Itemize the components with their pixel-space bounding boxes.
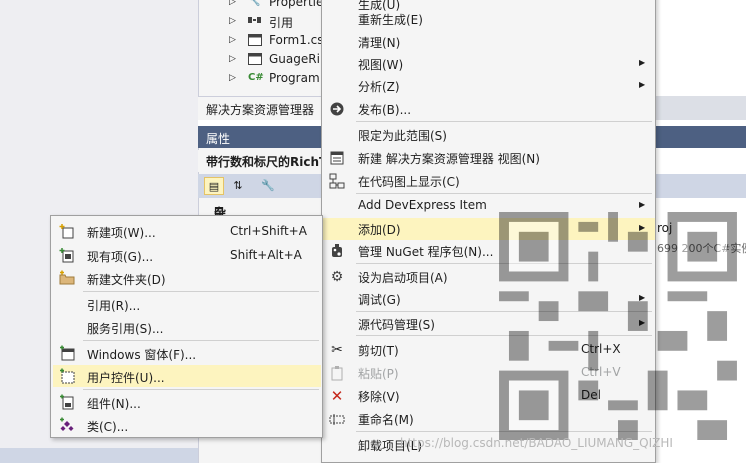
left-pane-status-strip [0, 448, 198, 463]
menu-separator [356, 121, 652, 122]
class-icon [59, 417, 75, 433]
component-icon [59, 394, 75, 410]
rename-icon [329, 411, 345, 427]
menu-item-clean[interactable]: 清理(N) [323, 31, 655, 53]
menu-item-show-on-code-map[interactable]: 在代码图上显示(C) [323, 170, 655, 192]
submenu-item-user-control[interactable]: 用户控件(U)... [53, 365, 321, 387]
properties-object-selector[interactable]: 带行数和标尺的RichT [198, 150, 327, 172]
tree-item-references[interactable]: ▷ 引用 [199, 13, 323, 32]
right-tab-strip [655, 96, 746, 120]
menu-item-rebuild[interactable]: 重新生成(E) [323, 8, 655, 30]
menu-item-analyze[interactable]: 分析(Z) ▶ [323, 75, 655, 97]
property-pages-wrench-icon[interactable]: 🔧 [258, 177, 278, 195]
tree-item-guage[interactable]: ▷ GuageRi [199, 51, 323, 70]
qr-code-watermark [499, 212, 737, 440]
submenu-arrow-icon: ▶ [639, 200, 646, 209]
properties-toolbar: ▤ ⇅ 🔧 [198, 174, 322, 198]
new-view-icon [329, 150, 345, 166]
submenu-item-service-reference[interactable]: 服务引用(S)... [53, 316, 321, 338]
new-item-icon [59, 223, 75, 239]
menu-item-scope-to-this[interactable]: 限定为此范围(S) [323, 124, 655, 146]
tree-item-properties[interactable]: ▷ 🔧 Properties [199, 0, 330, 13]
gear-icon: ⚙ [330, 269, 344, 285]
references-icon [248, 15, 264, 29]
menu-item-new-explorer-view[interactable]: 新建 解决方案资源管理器 视图(N) [323, 147, 655, 169]
expand-arrow-icon[interactable]: ▷ [229, 16, 236, 26]
submenu-item-windows-form[interactable]: Windows 窗体(F)... [53, 342, 321, 364]
blog-url-watermark: https://blog.csdn.net/BADAO_LIUMANG_QIZH… [400, 436, 673, 450]
submenu-item-new-item[interactable]: 新建项(W)... Ctrl+Shift+A [53, 220, 321, 242]
alphabetical-sort-icon[interactable]: ⇅ [228, 177, 248, 195]
new-folder-icon [59, 270, 75, 286]
menu-separator [83, 340, 319, 341]
submenu-item-class[interactable]: 类(C)... [53, 414, 321, 436]
categorized-icon[interactable]: ▤ [204, 177, 224, 195]
submenu-arrow-icon: ▶ [639, 80, 646, 89]
menu-separator [83, 389, 319, 390]
paste-icon [329, 365, 345, 381]
add-submenu: 新建项(W)... Ctrl+Shift+A 现有项(G)... Shift+A… [50, 215, 323, 438]
csharp-file-icon: C# [248, 72, 264, 83]
tree-item-form1[interactable]: ▷ Form1.cs [199, 32, 324, 51]
publish-icon [329, 101, 345, 117]
windows-form-icon [59, 345, 75, 361]
tab-solution-explorer[interactable]: 解决方案资源管理器 [198, 96, 322, 120]
expand-arrow-icon[interactable]: ▷ [229, 73, 236, 83]
scissors-icon: ✂ [331, 342, 343, 358]
menu-separator [83, 291, 319, 292]
expand-arrow-icon[interactable]: ▷ [229, 54, 236, 64]
user-control-icon [59, 368, 75, 384]
submenu-item-new-folder[interactable]: 新建文件夹(D) [53, 267, 321, 289]
submenu-item-component[interactable]: 组件(N)... [53, 391, 321, 413]
form-file-icon [248, 53, 264, 67]
existing-item-icon [59, 247, 75, 263]
menu-item-view[interactable]: 视图(W) ▶ [323, 53, 655, 75]
properties-title-bar: 属性 [198, 126, 322, 148]
submenu-item-existing-item[interactable]: 现有项(G)... Shift+Alt+A [53, 244, 321, 266]
code-map-icon [329, 173, 345, 189]
tree-item-program[interactable]: ▷ C# Program [199, 70, 323, 89]
menu-item-publish[interactable]: 发布(B)... [323, 98, 655, 120]
nuget-icon [329, 243, 345, 259]
remove-x-icon: ✕ [330, 387, 344, 405]
right-toolbar [655, 174, 746, 198]
expand-arrow-icon[interactable]: ▷ [229, 35, 236, 45]
menu-separator [356, 193, 652, 194]
wrench-icon: 🔧 [248, 0, 261, 7]
expand-arrow-icon[interactable]: ▷ [229, 0, 236, 7]
form-file-icon [248, 34, 264, 48]
submenu-item-reference[interactable]: 引用(R)... [53, 293, 321, 315]
right-title-bar [655, 126, 746, 148]
submenu-arrow-icon: ▶ [639, 58, 646, 67]
